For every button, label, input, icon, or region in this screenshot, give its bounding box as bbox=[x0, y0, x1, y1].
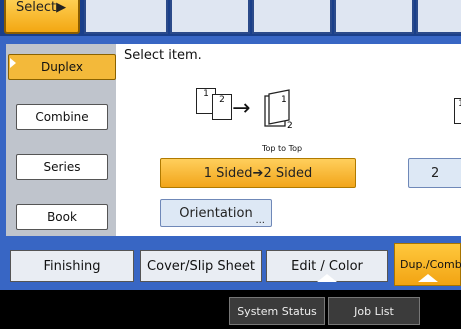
job-list-button[interactable]: Job List bbox=[328, 297, 420, 325]
orientation-label: Orientation bbox=[179, 205, 253, 221]
two-sided-option-button[interactable]: 2 bbox=[408, 158, 461, 188]
original-page-2-icon: 2 bbox=[212, 94, 232, 120]
instruction-text: Select item. bbox=[124, 48, 202, 63]
tab-finishing[interactable]: Finishing bbox=[10, 250, 134, 282]
orientation-button[interactable]: Orientation ... bbox=[160, 199, 272, 227]
top-cell-1[interactable] bbox=[84, 0, 168, 34]
tab-indicator-icon bbox=[418, 274, 438, 282]
partial-page-icon: 1 bbox=[454, 98, 461, 124]
result-front-number: 1 bbox=[281, 95, 287, 105]
menu-book[interactable]: Book bbox=[16, 204, 108, 230]
top-cell-5[interactable] bbox=[416, 0, 461, 34]
menu-duplex[interactable]: Duplex bbox=[8, 54, 116, 80]
top-cell-2[interactable] bbox=[170, 0, 250, 34]
tab-cover-slip-sheet[interactable]: Cover/Slip Sheet bbox=[140, 250, 262, 282]
select-button[interactable]: Select▶ bbox=[4, 0, 80, 34]
menu-series[interactable]: Series bbox=[16, 154, 108, 180]
top-cell-3[interactable] bbox=[252, 0, 332, 34]
menu-combine[interactable]: Combine bbox=[16, 104, 108, 130]
system-status-button[interactable]: System Status bbox=[229, 297, 325, 325]
arrow-right-icon: → bbox=[232, 96, 251, 121]
orientation-caption: Top to Top bbox=[262, 144, 303, 153]
tab-indicator-icon bbox=[317, 274, 337, 282]
duplex-result-icon: 1 2 bbox=[264, 89, 293, 130]
top-cell-4[interactable] bbox=[334, 0, 414, 34]
more-icon: ... bbox=[255, 215, 265, 226]
one-sided-to-two-sided-button[interactable]: 1 Sided➔2 Sided bbox=[160, 158, 356, 188]
result-back-number: 2 bbox=[287, 121, 293, 130]
active-indicator-icon bbox=[10, 58, 16, 68]
